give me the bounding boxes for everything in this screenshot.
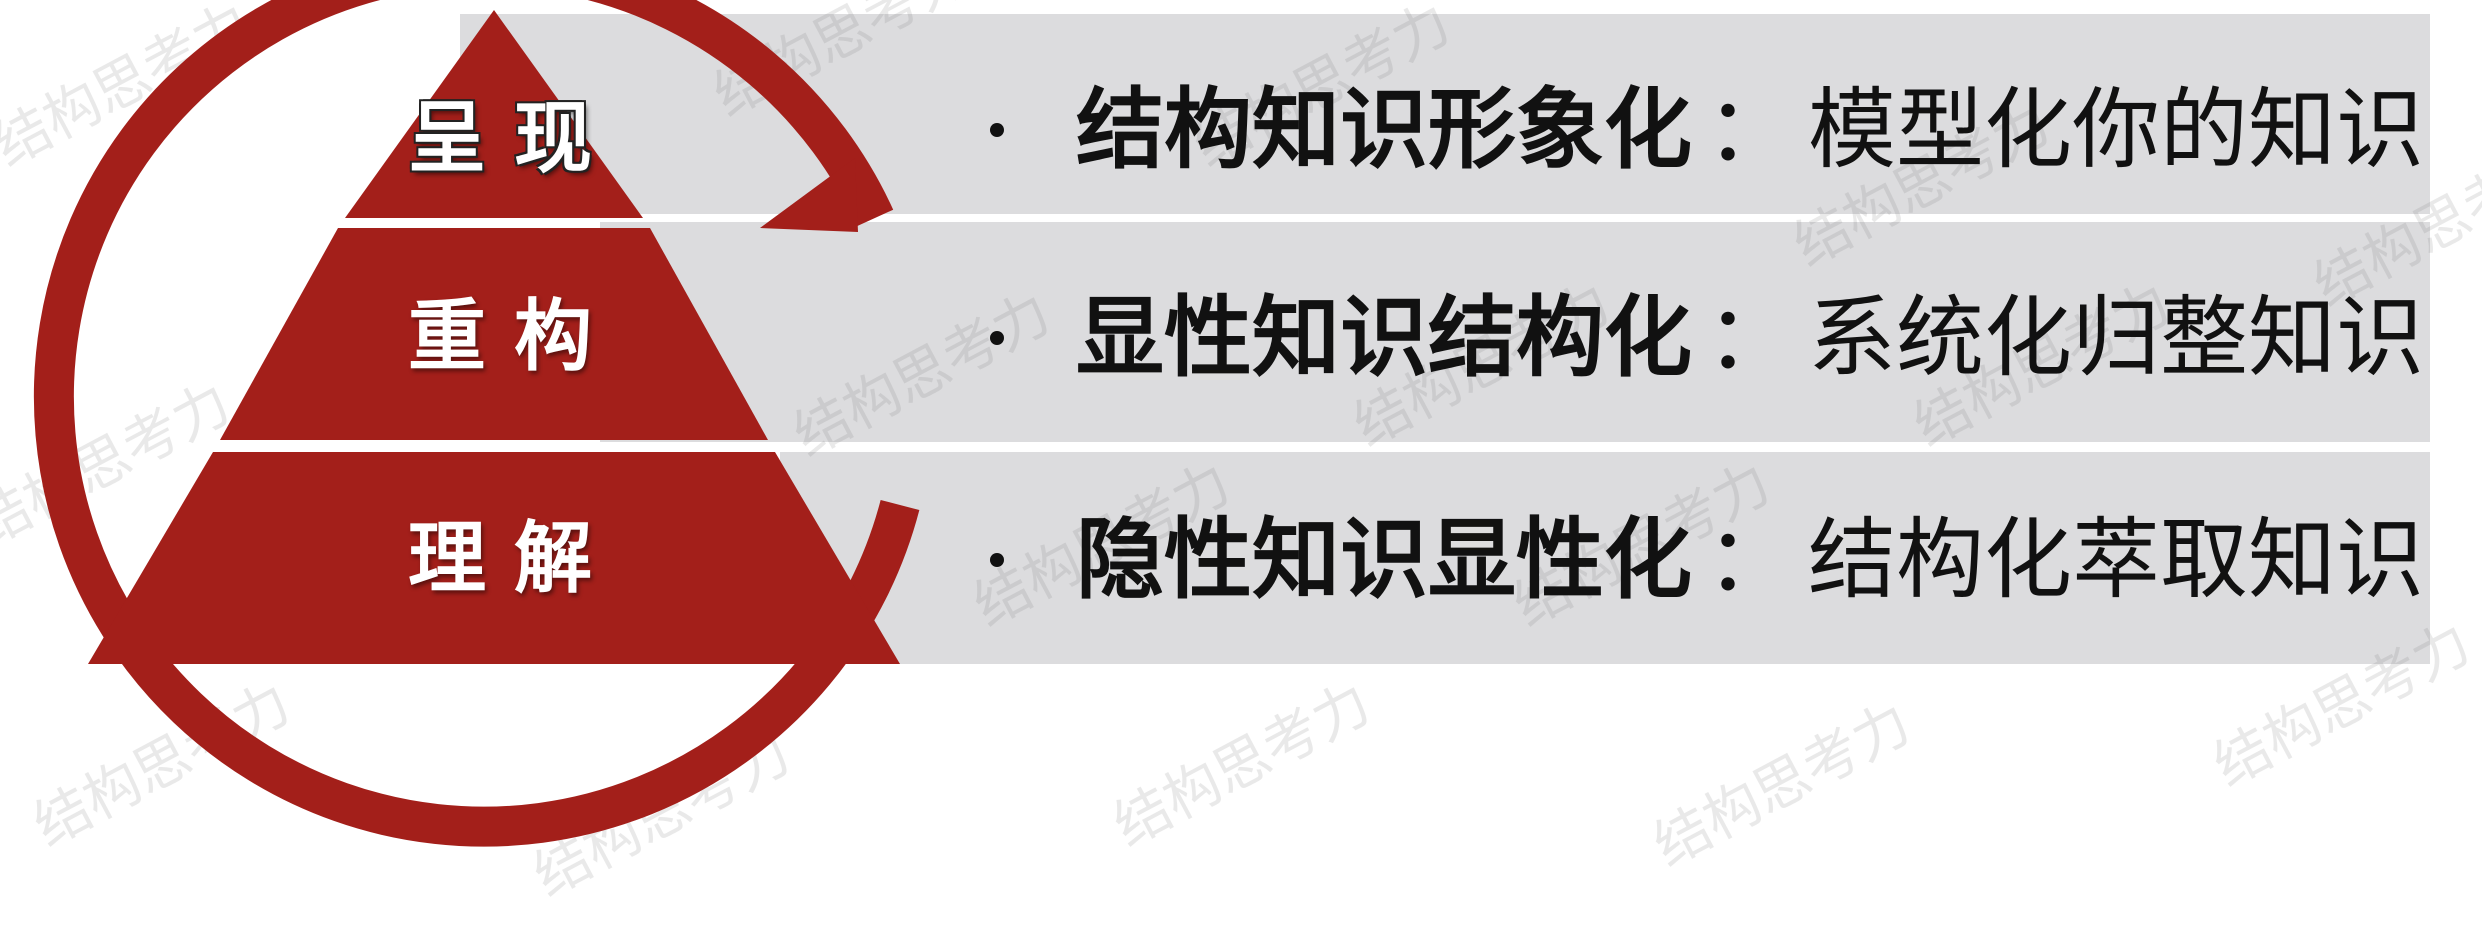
row-title: 隐性知识显性化 xyxy=(1076,508,1693,611)
row-detail: 结构化萃取知识 xyxy=(1808,508,2425,611)
row-title: 结构知识形象化 xyxy=(1076,78,1693,181)
list-item: 结构知识形象化 ： 模型化你的知识 xyxy=(990,70,2424,190)
row-detail: 模型化你的知识 xyxy=(1808,78,2425,181)
row-separator: ： xyxy=(1706,78,1795,181)
pyramid-diagram: 结构思考力 结构思考力 结构思考力 结构思考力 结构思考力 结构思考力 结构思考… xyxy=(0,0,2482,926)
row-separator: ： xyxy=(1706,286,1795,389)
row-title: 显性知识结构化 xyxy=(1076,286,1693,389)
list-item: 隐性知识显性化 ： 结构化萃取知识 xyxy=(990,500,2424,620)
row-detail: 系统化归整知识 xyxy=(1808,286,2425,389)
pyramid-label-present: 呈现 xyxy=(407,94,620,184)
bullet-icon xyxy=(990,553,1004,567)
bullet-icon xyxy=(990,123,1004,137)
pyramid-label-restructure: 重构 xyxy=(407,292,620,382)
list-item: 显性知识结构化 ： 系统化归整知识 xyxy=(990,278,2424,398)
bullet-icon xyxy=(990,331,1004,345)
pyramid-label-understand: 理解 xyxy=(407,514,620,604)
row-separator: ： xyxy=(1706,508,1795,611)
